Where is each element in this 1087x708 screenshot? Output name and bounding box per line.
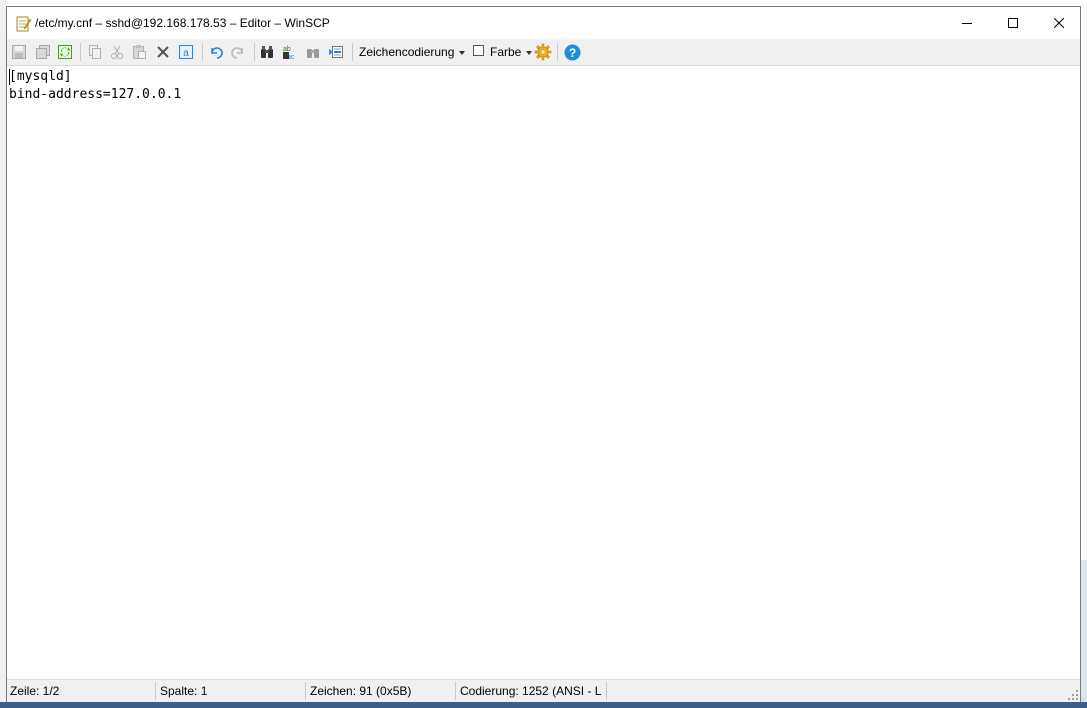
replace-icon: abac [283,46,295,60]
help-icon: ? [564,44,580,60]
save-icon [12,45,26,59]
encoding-dropdown[interactable]: Zeichencodierung [359,45,466,59]
reload-icon [58,45,72,59]
reload-button[interactable] [55,42,75,62]
undo-icon [211,47,223,59]
status-encoding: Codierung: 1252 (ANSI - L [457,682,607,700]
color-dropdown[interactable]: Farbe [490,45,533,59]
find-next-button[interactable] [303,42,323,62]
cut-button[interactable] [107,42,127,62]
minimize-icon [962,23,972,24]
title-bar[interactable]: /etc/my.cnf – sshd@192.168.178.53 – Edit… [7,7,1080,39]
save-all-icon [36,45,50,59]
delete-button[interactable] [153,42,173,62]
copy-button[interactable] [85,42,105,62]
toolbar-separator [352,43,353,61]
help-button[interactable]: ? [562,42,582,62]
find-button[interactable] [257,42,277,62]
replace-button[interactable]: ab ac [280,42,300,62]
select-all-button[interactable]: a [176,42,196,62]
notepad-icon [15,16,32,32]
svg-text:ab: ab [283,46,291,53]
status-bar: Zeile: 1/2 Spalte: 1 Zeichen: 91 (0x5B) … [7,679,1080,702]
close-button[interactable] [1036,7,1082,39]
minimize-button[interactable] [944,7,990,39]
encoding-dropdown-label: Zeichencodierung [359,45,455,59]
window-title: /etc/my.cnf – sshd@192.168.178.53 – Edit… [35,16,330,30]
chevron-down-icon [526,50,533,55]
copy-icon [89,45,101,59]
text-editor[interactable]: [mysqld] bind-address=127.0.0.1 [7,66,1080,678]
delete-icon [157,46,169,58]
goto-line-icon [329,46,343,58]
editor-line-1: [mysqld] [9,69,72,84]
desktop-background-right [1081,560,1087,708]
toolbar-separator [80,43,81,61]
color-dropdown-label: Farbe [490,45,522,59]
color-checkbox[interactable] [473,45,484,56]
editor-window: /etc/my.cnf – sshd@192.168.178.53 – Edit… [6,6,1081,702]
status-column: Spalte: 1 [157,682,306,700]
svg-text:a: a [183,48,189,59]
status-character: Zeichen: 91 (0x5B) [307,682,456,700]
select-all-icon: a [179,45,193,59]
undo-button[interactable] [206,42,226,62]
gear-icon [534,43,552,61]
maximize-button[interactable] [990,7,1036,39]
toolbar-separator [202,43,203,61]
preferences-button[interactable] [533,42,553,62]
goto-line-button[interactable] [326,42,346,62]
desktop-taskbar-edge [0,702,1087,708]
toolbar-separator [254,43,255,61]
redo-button[interactable] [228,42,248,62]
binoculars-icon [261,46,273,58]
toolbar: a ab ac Zeichencodierung Farbe ? [7,39,1080,66]
toolbar-separator [557,43,558,61]
status-line: Zeile: 1/2 [7,682,156,700]
text-cursor [9,69,10,85]
find-next-icon [307,49,319,58]
redo-icon [231,47,243,59]
paste-button[interactable] [129,42,149,62]
cut-icon [111,45,123,59]
save-all-button[interactable] [33,42,53,62]
resize-grip-icon[interactable] [1068,690,1078,700]
close-icon [1054,18,1064,28]
save-button[interactable] [9,42,29,62]
maximize-icon [1008,18,1018,28]
chevron-down-icon [459,50,466,55]
editor-line-2: bind-address=127.0.0.1 [9,87,182,102]
paste-icon [133,45,146,59]
svg-text:?: ? [568,46,575,60]
